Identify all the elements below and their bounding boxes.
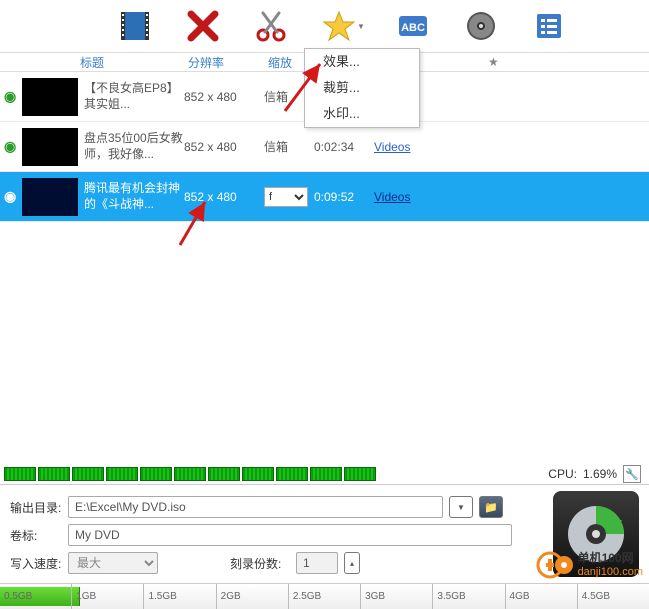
size-tick: 2GB (216, 584, 288, 609)
activity-segment (310, 467, 342, 481)
delete-icon[interactable] (183, 6, 223, 46)
speed-label: 写入速度: (10, 555, 62, 572)
row-title: 【不良女高EP8】其实姐... (84, 81, 184, 112)
folder-link[interactable]: Videos (374, 190, 410, 204)
col-title[interactable]: 标题 (0, 54, 180, 71)
cpu-value: 1.69% (583, 467, 617, 481)
output-label: 输出目录: (10, 499, 62, 516)
thumbnail (22, 178, 78, 216)
col-resolution[interactable]: 分辨率 (180, 54, 260, 71)
settings-panel: 输出目录: ▼ 📁 卷标: 写入速度: 最大 刻录份数: ▴ (0, 484, 649, 583)
row-duration: 0:09:52 (314, 190, 374, 204)
cut-icon[interactable] (251, 6, 291, 46)
activity-segment (106, 467, 138, 481)
row-zoom[interactable]: f (264, 187, 314, 207)
copies-input[interactable] (296, 552, 338, 574)
browse-folder-button[interactable]: 📁 (479, 496, 503, 518)
row-title: 腾讯最有机会封神的《斗战神... (84, 181, 184, 212)
abc-icon[interactable]: ABC (393, 6, 433, 46)
size-tick: 1.5GB (143, 584, 215, 609)
thumbnail (22, 78, 78, 116)
expand-icon[interactable]: ◉ (0, 138, 16, 155)
expand-icon[interactable]: ◉ (0, 88, 16, 105)
zoom-select[interactable]: f (264, 187, 308, 207)
activity-segment (276, 467, 308, 481)
size-tick: 3.5GB (432, 584, 504, 609)
star-icon[interactable] (319, 6, 359, 46)
size-tick: 2.5GB (288, 584, 360, 609)
activity-segment (208, 467, 240, 481)
activity-segment (4, 467, 36, 481)
thumbnail (22, 128, 78, 166)
toolbar: ▼ ABC (0, 0, 649, 52)
cpu-usage: CPU: 1.69% 🔧 (548, 465, 645, 483)
settings-icon[interactable]: 🔧 (623, 465, 641, 483)
size-tick: 3GB (360, 584, 432, 609)
activity-segment (242, 467, 274, 481)
row-title: 盘点35位00后女教师，我好像... (84, 131, 184, 162)
col-zoom[interactable]: 缩放 (260, 54, 310, 71)
copies-label: 刻录份数: (230, 555, 290, 572)
activity-segment (72, 467, 104, 481)
row-folder: Videos (374, 140, 434, 154)
volume-input[interactable] (68, 524, 512, 546)
row-folder: Videos (374, 190, 434, 204)
copies-stepper[interactable]: ▴ (344, 552, 360, 574)
effects-dropdown[interactable]: ▼ (319, 6, 365, 46)
cpu-label: CPU: (548, 467, 577, 481)
row-duration: 0:02:34 (314, 140, 374, 154)
activity-segment (38, 467, 70, 481)
row-resolution: 852 x 480 (184, 90, 264, 104)
size-tick: 0.5GB (0, 584, 71, 609)
size-tick: 1GB (71, 584, 143, 609)
speed-select[interactable]: 最大 (68, 552, 158, 574)
table-row[interactable]: ◉ 盘点35位00后女教师，我好像... 852 x 480 信箱 0:02:3… (0, 122, 649, 172)
row-resolution: 852 x 480 (184, 190, 264, 204)
svg-text:ABC: ABC (401, 22, 425, 34)
activity-segment (174, 467, 206, 481)
activity-segment (140, 467, 172, 481)
effects-menu: 效果... 裁剪... 水印... (304, 48, 420, 128)
disc-size-bar: 0.5GB 1GB 1.5GB 2GB 2.5GB 3GB 3.5GB 4GB … (0, 583, 649, 609)
table-row[interactable]: ◉ 腾讯最有机会封神的《斗战神... 852 x 480 f 0:09:52 V… (0, 172, 649, 222)
size-tick: 4GB (505, 584, 577, 609)
output-dropdown-button[interactable]: ▼ (449, 496, 473, 518)
folder-link[interactable]: Videos (374, 140, 410, 154)
bottom-panel: CPU: 1.69% 🔧 输出目录: ▼ 📁 卷标: 写入速度: 最大 刻录份数… (0, 464, 649, 609)
menu-crop[interactable]: 裁剪... (305, 75, 419, 101)
film-icon[interactable] (115, 6, 155, 46)
expand-icon[interactable]: ◉ (0, 188, 16, 205)
list-icon[interactable] (529, 6, 569, 46)
volume-label: 卷标: (10, 527, 62, 544)
menu-effects[interactable]: 效果... (305, 49, 419, 75)
output-path-input[interactable] (68, 496, 443, 518)
activity-bar: CPU: 1.69% 🔧 (0, 464, 649, 484)
row-zoom: 信箱 (264, 138, 314, 155)
size-tick: 4.5GB (577, 584, 649, 609)
row-resolution: 852 x 480 (184, 140, 264, 154)
activity-segment (344, 467, 376, 481)
menu-watermark[interactable]: 水印... (305, 101, 419, 127)
burn-button[interactable] (553, 491, 639, 577)
disc-icon[interactable] (461, 6, 501, 46)
col-star[interactable]: ★ (480, 55, 510, 69)
